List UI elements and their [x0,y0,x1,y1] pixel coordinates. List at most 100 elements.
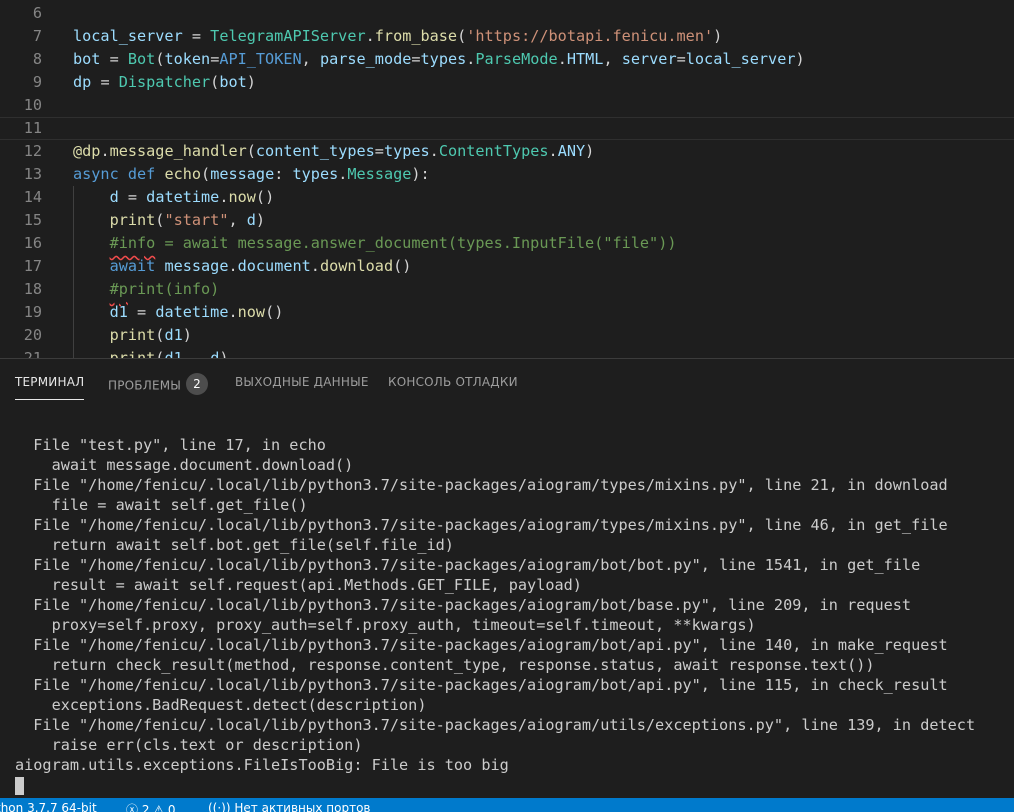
code-line[interactable]: 6 [0,2,1014,25]
code-token: message [210,165,275,183]
code-token: types [292,165,339,183]
code-token: d1 [164,326,183,344]
code-token: Dispatcher [118,73,211,91]
line-code: local_server = TelegramAPIServer.from_ba… [73,25,722,48]
code-line[interactable]: 11 [0,117,1014,140]
terminal-line: File "/home/fenicu/.local/lib/python3.7/… [15,516,948,534]
code-token: () [393,257,412,275]
tab-output-label: ВЫХОДНЫЕ ДАННЫЕ [235,375,369,389]
code-token: now [237,303,266,321]
code-token: . [228,303,238,321]
code-token: = [182,27,211,45]
tab-problems[interactable]: ПРОБЛЕМЫ 2 [108,373,209,397]
line-code: d = datetime.now() [73,186,275,209]
code-token: types [383,142,430,160]
panel-tab-bar: ТЕРМИНАЛ ПРОБЛЕМЫ 2 ВЫХОДНЫЕ ДАННЫЕ КОНСО… [0,359,1014,405]
code-token: , [228,211,247,229]
terminal-line: File "/home/fenicu/.local/lib/python3.7/… [15,596,912,614]
code-token: content_types [255,142,375,160]
code-token: = [411,50,421,68]
code-line[interactable]: 17 await message.document.download() [0,255,1014,278]
tab-problems-label: ПРОБЛЕМЫ [108,378,182,393]
code-line[interactable]: 19 d1 = datetime.now() [0,301,1014,324]
code-token: #print(info) [109,280,220,298]
code-token: , [301,50,320,68]
code-token: local_server [685,50,796,68]
tab-debug-console[interactable]: КОНСОЛЬ ОТЛАДКИ [388,375,518,389]
code-token: download [319,257,394,275]
ports-indicator[interactable]: ((·)) Нет активных портов [208,801,371,812]
code-token: TelegramAPIServer [210,27,366,45]
terminal-line: aiogram.utils.exceptions.FileIsTooBig: F… [15,756,509,774]
line-number: 19 [23,303,42,321]
line-number: 18 [23,280,42,298]
code-token: d [109,188,119,206]
line-code: print(d1 - d) [73,347,229,358]
terminal-line: File "/home/fenicu/.local/lib/python3.7/… [15,636,948,654]
code-line[interactable]: 8 bot = Bot(token=API_TOKEN, parse_mode=t… [0,48,1014,71]
code-token: = [374,142,384,160]
code-token: ( [246,142,256,160]
code-line[interactable]: 13 async def echo(message: types.Message)… [0,163,1014,186]
code-token: . [557,50,567,68]
code-token: ANY [557,142,586,160]
code-token: bot [219,73,247,91]
line-number: 8 [32,50,42,68]
code-line[interactable]: 21 print(d1 - d) [0,347,1014,358]
code-token: 'https://botapi.fenicu.men' [466,27,714,45]
tab-terminal[interactable]: ТЕРМИНАЛ [15,375,85,400]
line-code: await message.document.download() [73,255,412,278]
code-token: () [255,188,275,206]
tab-debug-console-label: КОНСОЛЬ ОТЛАДКИ [388,375,518,389]
line-number: 20 [23,326,42,344]
code-token: message_handler [109,142,247,160]
code-token: = [91,73,119,91]
python-interpreter[interactable]: thon 3.7.7 64-bit [0,801,97,812]
code-token: . [429,142,439,160]
code-line[interactable]: 9 dp = Dispatcher(bot) [0,71,1014,94]
terminal-line: File "test.py", line 17, in echo [15,436,326,454]
code-token: = [127,303,156,321]
code-token: . [228,257,238,275]
code-line[interactable]: 7 local_server = TelegramAPIServer.from_b… [0,25,1014,48]
code-line[interactable]: 20 print(d1) [0,324,1014,347]
code-editor[interactable]: 6 7 local_server = TelegramAPIServer.from_… [0,0,1014,358]
line-code: dp = Dispatcher(bot) [73,71,256,94]
code-token: bot [73,50,101,68]
code-line[interactable]: 16 #info = await message.answer_document… [0,232,1014,255]
code-token: datetime [155,303,229,321]
code-token: print [109,326,156,344]
line-code: #info = await message.answer_document(ty… [73,232,677,255]
code-token: ) [246,73,256,91]
code-token: ) [585,142,595,160]
terminal-line: proxy=self.proxy, proxy_auth=self.proxy_… [15,616,756,634]
tab-terminal-label: ТЕРМИНАЛ [15,375,85,389]
line-code: print("start", d) [73,209,266,232]
code-line[interactable]: 10 [0,94,1014,117]
line-code: async def echo(message: types.Message): [73,163,430,186]
code-token: = [100,50,128,68]
code-line[interactable]: 18 #print(info) [0,278,1014,301]
code-token: @dp [73,142,101,160]
code-token: Bot [127,50,156,68]
code-token: def [127,165,156,183]
tab-output[interactable]: ВЫХОДНЫЕ ДАННЫЕ [235,375,369,389]
code-token: = [118,188,147,206]
code-line[interactable]: 14 d = datetime.now() [0,186,1014,209]
code-token: d [246,211,256,229]
code-token: from_base [374,27,458,45]
code-token: "start" [164,211,229,229]
code-line[interactable]: 12 @dp.message_handler(content_types=type… [0,140,1014,163]
code-token: now [228,188,256,206]
problems-count-badge: 2 [186,373,209,395]
terminal-line: await message.document.download() [15,456,354,474]
problems-indicator[interactable]: ⓧ 2 ⚠ 0 [126,801,176,812]
code-token: . [548,142,558,160]
broadcast-icon: ((·)) [208,801,231,812]
code-line[interactable]: 15 print("start", d) [0,209,1014,232]
